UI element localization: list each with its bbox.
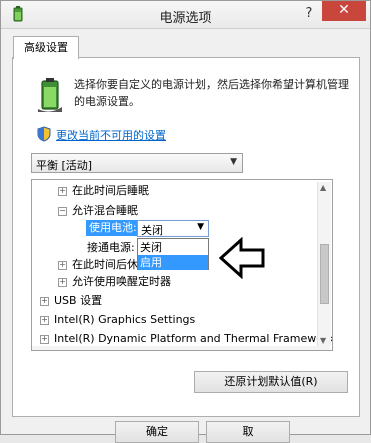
restore-defaults-button[interactable]: 还原计划默认值(R) <box>194 371 348 393</box>
tree-horizontal-scrollbar[interactable] <box>32 346 330 350</box>
ok-button[interactable]: 确定 <box>115 421 199 443</box>
on-battery-select[interactable]: 关闭 ▼ <box>137 220 209 237</box>
cancel-button[interactable]: 取 <box>206 421 290 443</box>
tree-item-wake-timers[interactable]: + 允许使用唤醒定时器 <box>58 273 171 291</box>
expand-icon[interactable]: + <box>58 186 67 196</box>
chevron-down-icon: ▼ <box>230 157 237 167</box>
battery-icon <box>38 78 62 112</box>
help-button[interactable]: ? <box>298 4 320 24</box>
tree-item-hybrid-sleep[interactable]: − 允许混合睡眠 <box>58 202 138 220</box>
scroll-thumb[interactable] <box>320 244 329 304</box>
collapse-icon[interactable]: − <box>58 206 67 216</box>
pointing-arrow-icon <box>219 237 265 279</box>
tab-advanced-settings[interactable]: 高级设置 <box>13 36 79 59</box>
tree-item-plugged-in[interactable]: 接通电源: <box>87 239 135 257</box>
title-bar: 电源选项 ? ✕ <box>1 1 370 29</box>
change-unavailable-settings-link[interactable]: 更改当前不可用的设置 <box>56 127 166 143</box>
shield-icon <box>37 126 51 142</box>
power-plan-value: 平衡 [活动] <box>36 159 93 172</box>
tree-item-usb-settings[interactable]: + USB 设置 <box>40 292 102 310</box>
power-plan-select[interactable]: 平衡 [活动] ▼ <box>31 153 243 173</box>
expand-icon[interactable]: + <box>40 315 49 325</box>
expand-icon[interactable]: + <box>58 277 67 287</box>
dropdown-option-on[interactable]: 启用 <box>138 255 208 270</box>
description-text: 选择你要自定义的电源计划，然后选择你希望计算机管理的电源设置。 <box>74 78 349 108</box>
expand-icon[interactable]: + <box>40 334 49 344</box>
tree-item-sleep-after[interactable]: + 在此时间后睡眠 <box>58 182 149 200</box>
expand-icon[interactable]: + <box>40 296 49 306</box>
power-options-window: 电源选项 ? ✕ 高级设置 选择你要自定义的电源计划，然后选择你希望计算机管理的… <box>0 0 371 443</box>
scroll-up-icon[interactable]: ▲ <box>320 183 326 192</box>
on-battery-value: 关闭 <box>141 224 163 237</box>
tree-vertical-scrollbar[interactable]: ▲ ▼ <box>317 182 331 346</box>
tree-item-intel-graphics[interactable]: + Intel(R) Graphics Settings <box>40 311 195 329</box>
dropdown-option-off[interactable]: 关闭 <box>138 240 208 255</box>
close-button[interactable]: ✕ <box>322 1 366 21</box>
chevron-down-icon: ▼ <box>197 222 204 232</box>
on-battery-dropdown: 关闭 启用 <box>137 238 209 270</box>
tree-item-hibernate-after[interactable]: + 在此时间后休 <box>58 256 138 274</box>
scroll-down-icon[interactable]: ▼ <box>320 336 326 345</box>
on-battery-label[interactable]: 使用电池: <box>86 220 138 236</box>
expand-icon[interactable]: + <box>58 260 67 270</box>
